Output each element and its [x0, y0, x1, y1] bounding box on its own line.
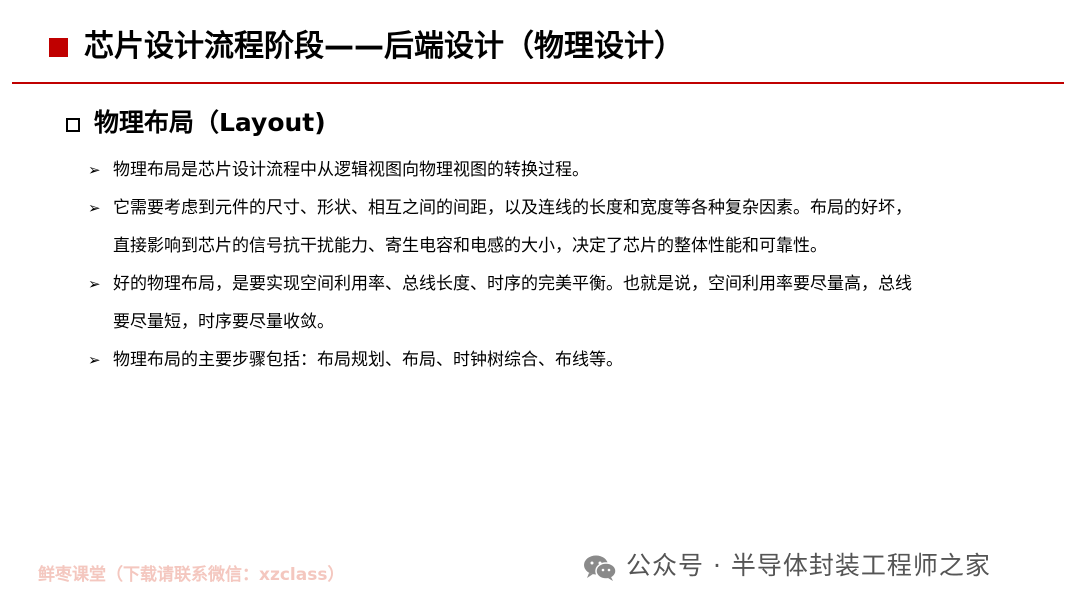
bullet-text: 要尽量短，时序要尽量收敛。: [113, 312, 334, 332]
title-divider: [12, 82, 1064, 84]
arrow-bullet-icon: ➢: [88, 275, 101, 293]
hollow-square-icon: [66, 118, 80, 132]
bullet-text: 直接影响到芯片的信号抗干扰能力、寄生电容和电感的大小，决定了芯片的整体性能和可靠…: [113, 236, 827, 256]
arrow-bullet-icon: ➢: [88, 351, 101, 369]
title-bar: 芯片设计流程阶段——后端设计（物理设计）: [0, 0, 1080, 86]
bullet-text: 物理布局是芯片设计流程中从逻辑视图向物理视图的转换过程。: [113, 160, 589, 180]
bullet-item: ➢ 物理布局是芯片设计流程中从逻辑视图向物理视图的转换过程。: [88, 156, 1048, 184]
title-square-icon: [49, 38, 68, 57]
bullet-text: 物理布局的主要步骤包括：布局规划、布局、时钟树综合、布线等。: [113, 350, 623, 370]
watermark-left: 鲜枣课堂（下载请联系微信：xzclass）: [38, 565, 345, 585]
bullet-item: ➢ 它需要考虑到元件的尺寸、形状、相互之间的间距，以及连线的长度和宽度等各种复杂…: [88, 194, 1048, 260]
bullet-list: ➢ 物理布局是芯片设计流程中从逻辑视图向物理视图的转换过程。 ➢ 它需要考虑到元…: [88, 156, 1048, 384]
bullet-item: ➢ 物理布局的主要步骤包括：布局规划、布局、时钟树综合、布线等。: [88, 346, 1048, 374]
wechat-icon: [584, 555, 617, 581]
arrow-bullet-icon: ➢: [88, 161, 101, 179]
page-title: 芯片设计流程阶段——后端设计（物理设计）: [84, 29, 684, 64]
bullet-text: 好的物理布局，是要实现空间利用率、总线长度、时序的完美平衡。也就是说，空间利用率…: [113, 274, 912, 294]
bullet-text: 它需要考虑到元件的尺寸、形状、相互之间的间距，以及连线的长度和宽度等各种复杂因素…: [113, 198, 912, 218]
section-heading-text: 物理布局（Layout): [94, 108, 326, 137]
bullet-item: ➢ 好的物理布局，是要实现空间利用率、总线长度、时序的完美平衡。也就是说，空间利…: [88, 270, 1048, 336]
arrow-bullet-icon: ➢: [88, 199, 101, 217]
watermark-right-text: 公众号 · 半导体封装工程师之家: [626, 551, 991, 580]
